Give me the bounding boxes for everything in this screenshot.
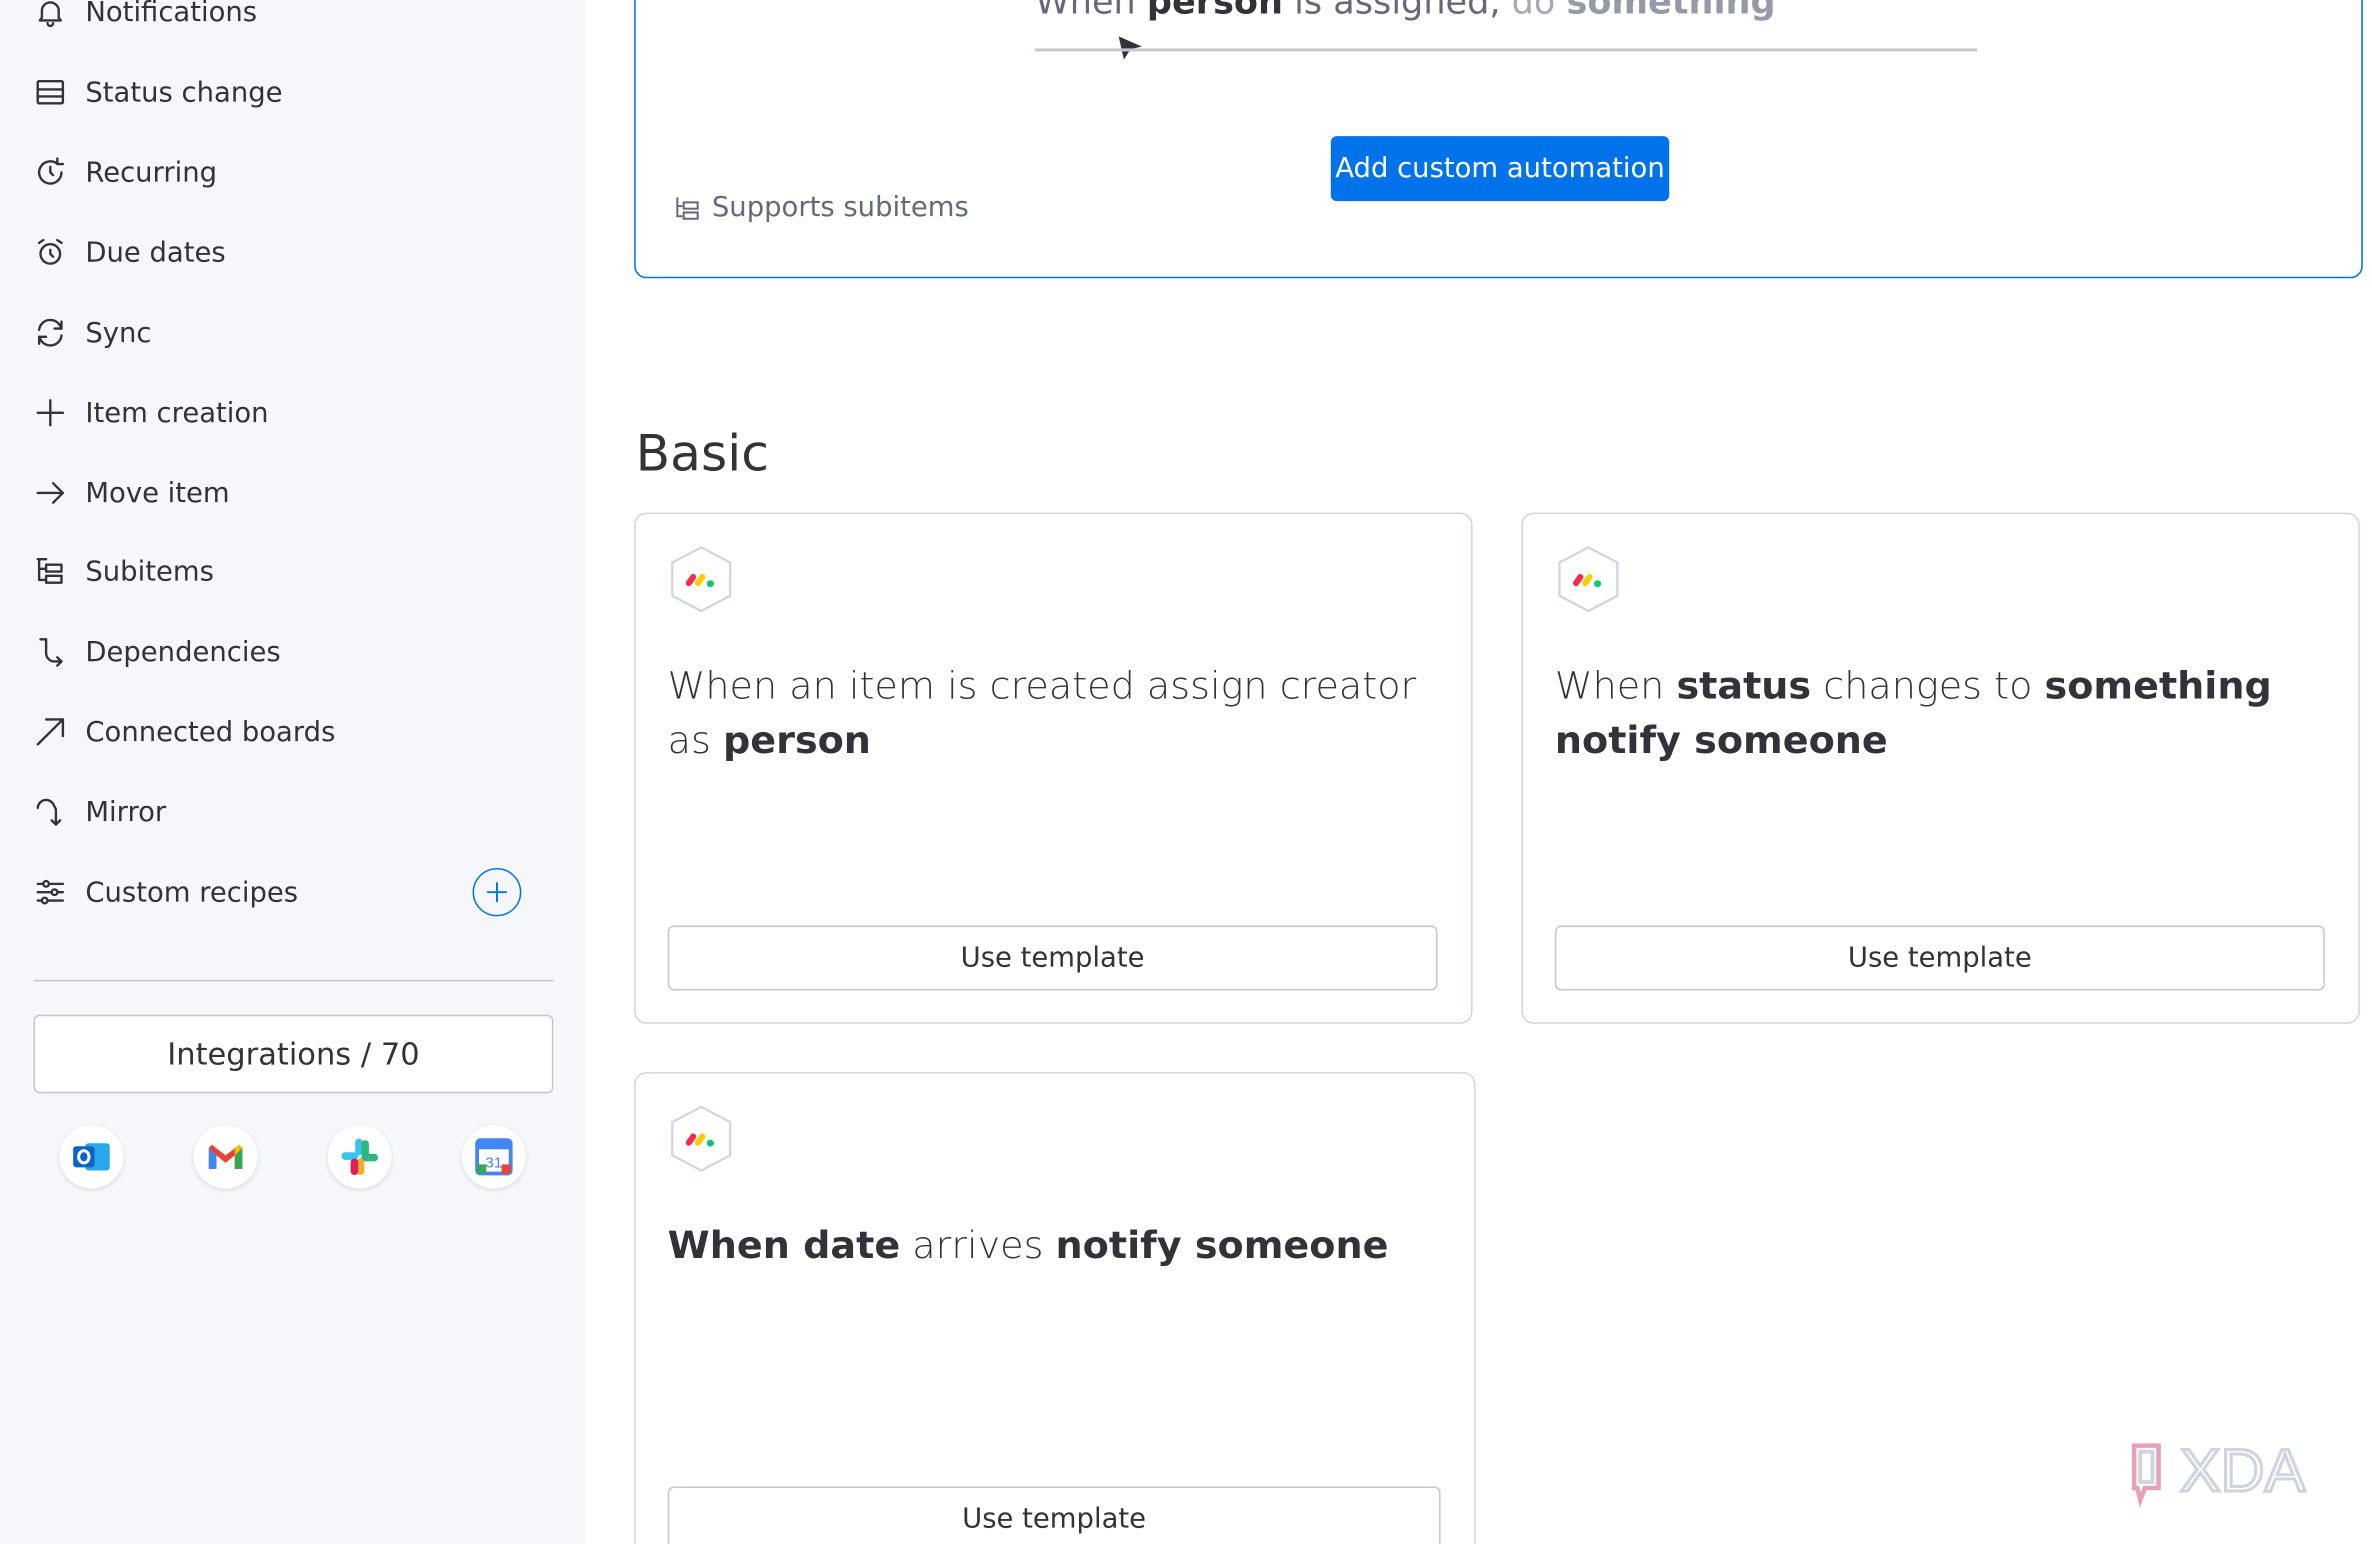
sidebar-item-label: Dependencies [85,635,281,668]
template-text: When status changes to something notify … [1554,663,2272,763]
sidebar-item-label: Due dates [85,236,226,269]
sidebar-item-label: Mirror [85,796,167,828]
xda-watermark-logo: XDA [2131,1437,2307,1508]
subitems-icon [676,196,699,220]
automation-sentence[interactable]: When person is assigned, do something [1035,0,1776,23]
sidebar-item-dependencies[interactable]: Dependencies [34,622,552,682]
monday-logo-icon [671,1105,732,1172]
supports-subitems-label: Supports subitems [711,192,969,224]
outlook-icon[interactable] [59,1125,124,1189]
sliders-icon [34,876,68,909]
use-template-button[interactable]: Use template [667,1486,1441,1544]
sidebar-item-due-dates[interactable]: Due dates [34,222,552,282]
sentence-do: do [1511,0,1556,23]
svg-text:31: 31 [485,1154,502,1171]
gmail-icon[interactable] [193,1125,258,1189]
divider [33,979,554,982]
add-custom-automation-button[interactable]: Add custom automation [1330,136,1670,202]
sidebar-item-label: Notifications [85,0,258,28]
sidebar-item-label: Sync [85,316,152,349]
slack-icon[interactable] [327,1125,392,1189]
sidebar-item-status-change[interactable]: Status change [34,62,552,122]
sentence-is-assigned: is assigned, [1294,0,1501,23]
svg-text:XDA: XDA [2180,1437,2306,1504]
plus-icon [486,882,508,903]
template-text: When an item is created assign creator a… [667,663,1417,763]
template-card: When status changes to something notify … [1521,512,2360,1024]
template-card: When date arrives notify someone Use tem… [634,1072,1476,1544]
custom-automation-card: When person is assigned, do something Ad… [634,0,2363,279]
sidebar-item-sync[interactable]: Sync [34,302,552,362]
arrow-right-icon [34,476,68,509]
sentence-person-field[interactable]: person [1147,0,1283,23]
status-icon [34,76,68,109]
sidebar-item-label: Connected boards [85,716,336,748]
sync-icon [34,316,68,349]
bell-icon [34,0,68,29]
main-content: When person is assigned, do something Ad… [585,0,2372,1544]
use-template-button[interactable]: Use template [1554,925,2325,991]
sidebar: Notifications Status change Recurring Du… [0,0,586,1544]
google-calendar-icon[interactable]: 31 [461,1125,526,1189]
plus-icon [34,396,68,429]
sentence-underline [1035,48,1978,51]
use-template-button[interactable]: Use template [667,925,1438,991]
arrow-up-right-icon [34,715,68,748]
supports-subitems: Supports subitems [672,192,969,224]
section-title-basic: Basic [635,423,769,483]
sentence-something-field[interactable]: something [1567,0,1776,23]
sidebar-item-move-item[interactable]: Move item [34,463,552,523]
sidebar-item-connected-boards[interactable]: Connected boards [34,702,552,762]
sidebar-item-label: Subitems [85,555,214,588]
sidebar-item-label: Recurring [85,156,218,189]
mirror-icon [34,795,68,828]
dependencies-icon [34,635,68,668]
sidebar-item-label: Status change [85,76,283,109]
sidebar-item-custom-recipes[interactable]: Custom recipes [34,862,552,922]
integrations-button[interactable]: Integrations / 70 [33,1014,554,1094]
sidebar-item-label: Move item [85,477,230,509]
template-card: When an item is created assign creator a… [634,512,1473,1024]
sidebar-item-recurring[interactable]: Recurring [34,142,552,202]
sidebar-item-mirror[interactable]: Mirror [34,782,552,842]
alarm-icon [34,236,68,269]
sidebar-item-subitems[interactable]: Subitems [34,541,552,601]
template-text: When date arrives notify someone [667,1223,1389,1268]
sentence-when: When [1035,0,1136,23]
add-custom-recipe-button[interactable] [472,868,522,917]
sidebar-item-notifications[interactable]: Notifications [34,0,552,42]
sidebar-item-item-creation[interactable]: Item creation [34,383,552,443]
monday-logo-icon [671,546,732,613]
sidebar-item-label: Item creation [85,396,269,429]
monday-logo-icon [1558,546,1619,613]
subitems-icon [34,555,68,588]
sidebar-item-label: Custom recipes [85,876,299,909]
recurring-icon [34,156,68,189]
